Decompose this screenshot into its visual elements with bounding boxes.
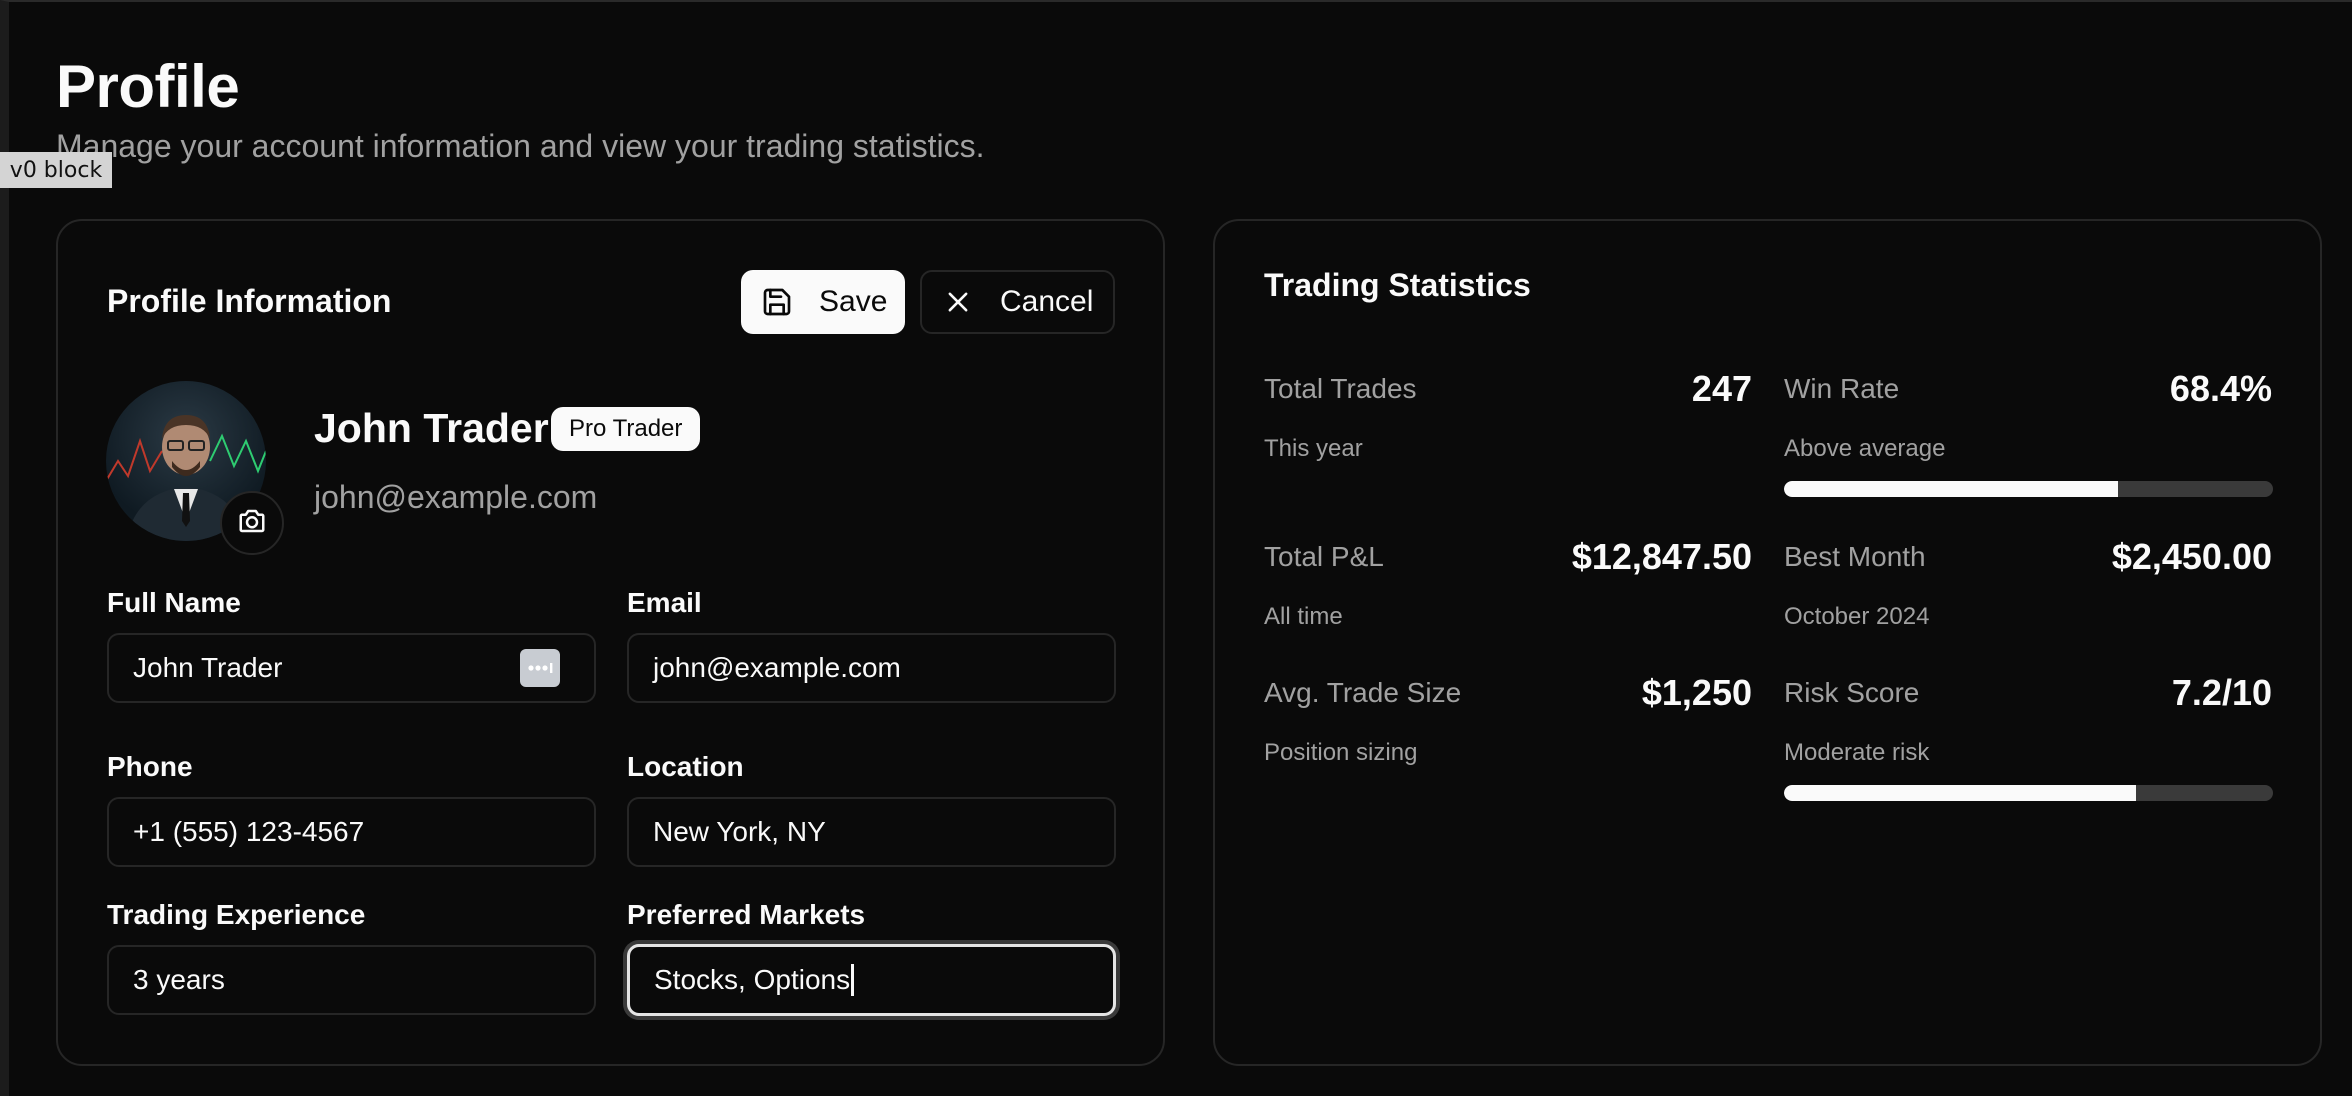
avg-trade-size-value: $1,250 <box>1641 672 1752 713</box>
user-name: John Trader <box>314 405 549 451</box>
total-pnl-sub: All time <box>1264 603 1343 630</box>
win-rate-progress <box>1784 481 2273 497</box>
win-rate-progress-fill <box>1784 481 2119 497</box>
user-email: john@example.com <box>314 479 598 515</box>
camera-icon <box>237 506 267 541</box>
trading-experience-value: 3 years <box>133 964 225 995</box>
location-value: New York, NY <box>653 816 826 847</box>
best-month-value: $2,450.00 <box>2111 536 2272 577</box>
email-input[interactable]: john@example.com <box>627 633 1116 703</box>
avg-trade-size-label: Avg. Trade Size <box>1264 677 1462 708</box>
trading-experience-label: Trading Experience <box>107 899 366 930</box>
full-name-label: Full Name <box>107 587 241 618</box>
win-rate-sub: Above average <box>1784 435 1946 462</box>
profile-information-card: Profile Information Save Cancel John Tra… <box>56 219 1165 1066</box>
save-icon <box>759 284 795 320</box>
trading-statistics-card: Trading Statistics Total Trades 247 This… <box>1213 219 2322 1066</box>
phone-value: +1 (555) 123-4567 <box>133 816 365 847</box>
total-pnl-label: Total P&L <box>1264 541 1384 572</box>
best-month-label: Best Month <box>1784 541 1926 572</box>
preferred-markets-label: Preferred Markets <box>627 899 866 930</box>
preferred-markets-value: Stocks, Options <box>654 964 851 995</box>
page-title: Profile <box>56 53 240 120</box>
risk-score-progress <box>1784 785 2273 801</box>
avg-trade-size-sub: Position sizing <box>1264 739 1418 766</box>
text-caret <box>851 964 855 996</box>
risk-score-progress-fill <box>1784 785 2137 801</box>
close-icon <box>940 284 976 320</box>
risk-score-sub: Moderate risk <box>1784 739 1930 766</box>
phone-label: Phone <box>107 751 193 782</box>
location-label: Location <box>627 751 744 782</box>
save-button-label: Save <box>819 285 888 318</box>
page-subtitle: Manage your account information and view… <box>56 128 985 164</box>
preferred-markets-input[interactable]: Stocks, Options <box>627 944 1116 1016</box>
full-name-value: John Trader <box>133 652 283 683</box>
change-avatar-button[interactable] <box>220 491 284 555</box>
email-value: john@example.com <box>653 652 901 683</box>
save-button[interactable]: Save <box>741 270 905 334</box>
total-trades-sub: This year <box>1264 435 1363 462</box>
phone-input[interactable]: +1 (555) 123-4567 <box>107 797 596 867</box>
cancel-button-label: Cancel <box>1000 285 1094 318</box>
win-rate-value: 68.4% <box>2169 368 2272 409</box>
password-manager-icon[interactable] <box>520 649 560 687</box>
win-rate-label: Win Rate <box>1784 373 1900 404</box>
v0-block-badge: v0 block <box>0 152 112 188</box>
risk-score-label: Risk Score <box>1784 677 1920 708</box>
cancel-button[interactable]: Cancel <box>920 270 1115 334</box>
profile-card-title: Profile Information <box>107 283 392 319</box>
risk-score-value: 7.2/10 <box>2171 672 2272 713</box>
total-trades-value: 247 <box>1691 368 1752 409</box>
trading-experience-input[interactable]: 3 years <box>107 945 596 1015</box>
pro-trader-badge: Pro Trader <box>551 407 701 451</box>
full-name-input[interactable]: John Trader <box>107 633 596 703</box>
total-pnl-value: $12,847.50 <box>1571 536 1752 577</box>
email-label: Email <box>627 587 702 618</box>
best-month-sub: October 2024 <box>1784 603 1930 630</box>
location-input[interactable]: New York, NY <box>627 797 1116 867</box>
total-trades-label: Total Trades <box>1264 373 1417 404</box>
stats-card-title: Trading Statistics <box>1264 267 1531 303</box>
